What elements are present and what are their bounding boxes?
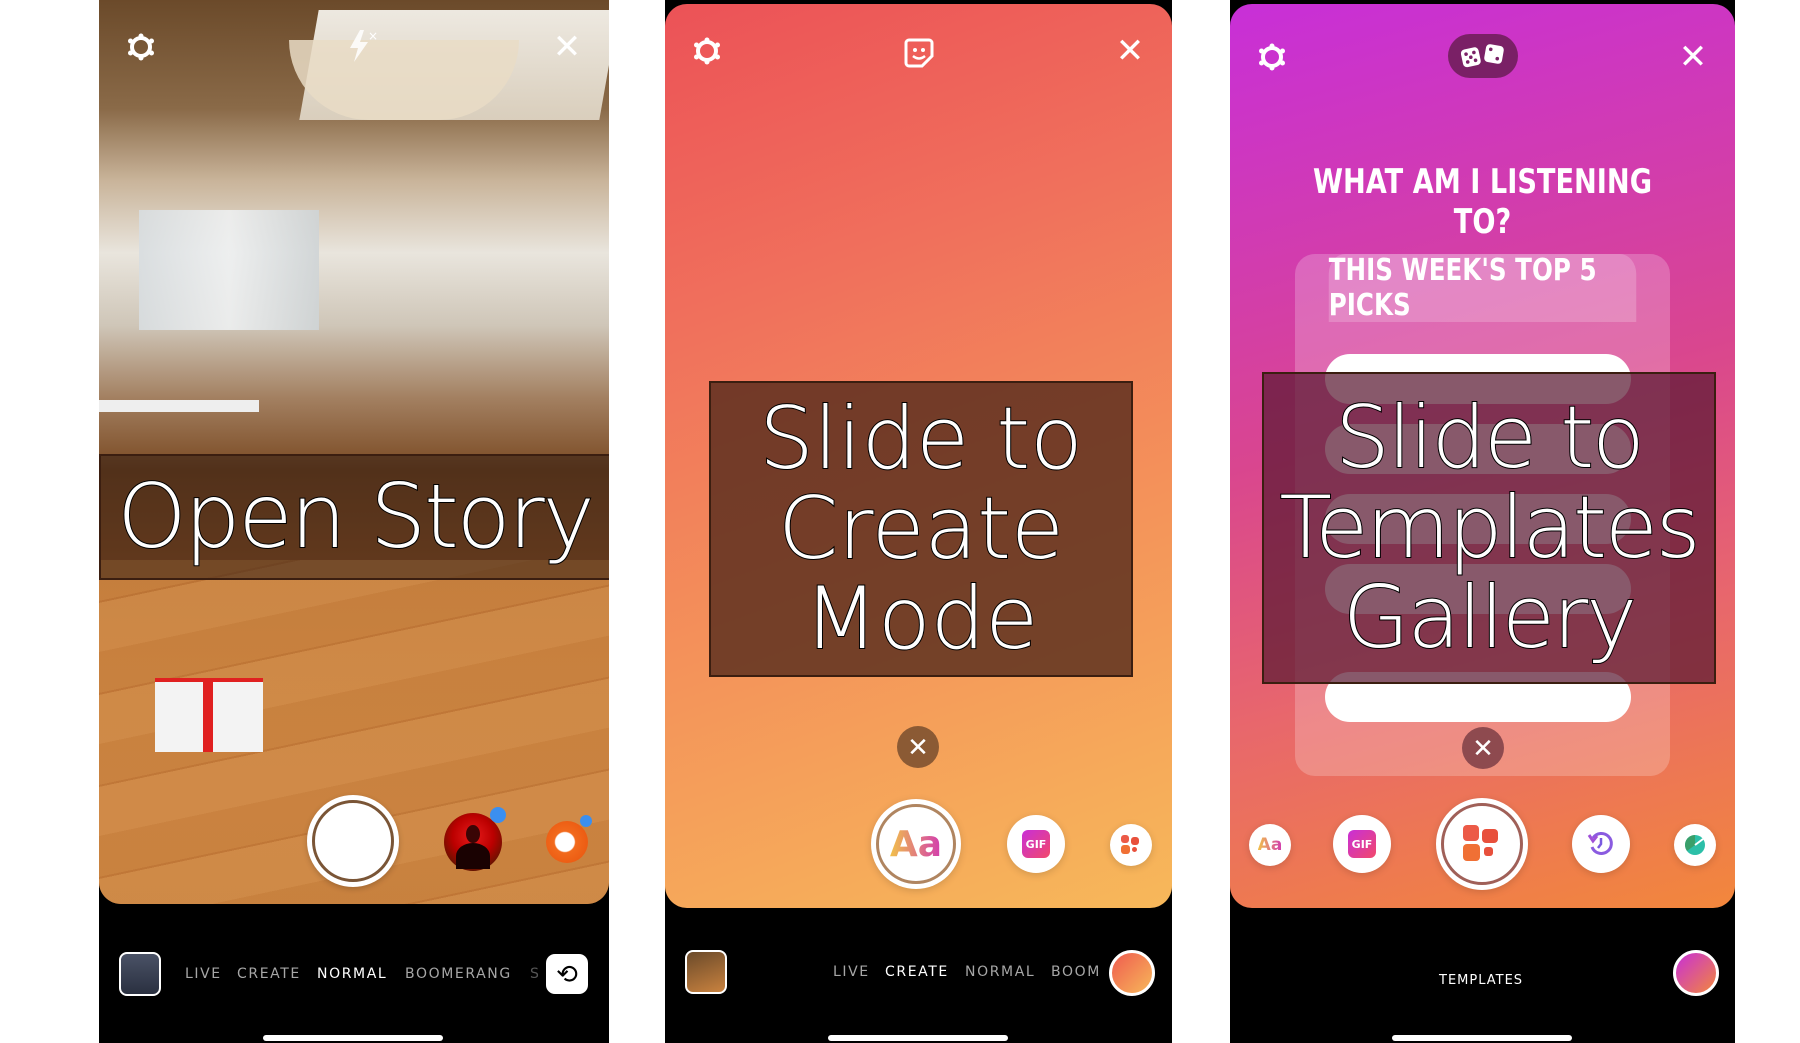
templates-icon: [1121, 835, 1141, 855]
home-indicator: [263, 1035, 443, 1041]
effect-face-mask[interactable]: [546, 815, 592, 863]
camera-viewfinder[interactable]: × ✕ Open Story: [99, 0, 609, 904]
text-tool-button[interactable]: Aa: [871, 799, 961, 889]
mode-boomerang[interactable]: BOOMERANG: [405, 966, 512, 982]
mode-normal[interactable]: NORMAL: [965, 964, 1035, 980]
home-indicator: [1392, 1035, 1572, 1041]
sticker-icon[interactable]: [902, 36, 936, 70]
gift-box: [155, 678, 263, 752]
dice-icon: [1460, 44, 1504, 68]
history-icon: [1587, 831, 1613, 855]
caption-text: Slide to Templates Gallery: [1278, 387, 1701, 669]
close-icon[interactable]: ✕: [552, 30, 582, 64]
gif-tool-button[interactable]: GIF: [1007, 815, 1065, 873]
phone-templates-screen: ✕ WHAT AM I LISTENING TO? THIS WEEK'S TO…: [1230, 0, 1735, 1043]
mode-create[interactable]: CREATE: [237, 966, 301, 982]
shutter-button[interactable]: [307, 795, 399, 887]
mode-superzoom[interactable]: S: [530, 966, 541, 982]
gif-tool-button[interactable]: GIF: [1333, 815, 1391, 873]
mode-create[interactable]: CREATE: [885, 964, 949, 980]
templates-tool-button[interactable]: [1436, 798, 1528, 890]
gif-tool-label: GIF: [1348, 830, 1376, 858]
mode-selector[interactable]: LIVE CREATE NORMAL BOOM: [665, 956, 1172, 986]
office-window: [139, 210, 319, 330]
memories-tool-button[interactable]: [1572, 815, 1630, 873]
close-icon: ✕: [1472, 732, 1494, 763]
shuffle-dice-button[interactable]: [1448, 34, 1518, 78]
mode-normal[interactable]: NORMAL: [317, 966, 387, 982]
background-color-button[interactable]: [1109, 950, 1155, 996]
caption-overlay: Slide to Templates Gallery: [1262, 372, 1716, 684]
mode-selector[interactable]: LIVE CREATE NORMAL BOOMERANG S: [99, 958, 609, 988]
gear-icon[interactable]: [1257, 42, 1287, 72]
phone-create-screen: ✕ Slide to Create Mode ✕ Aa GIF LIVE CREAT…: [665, 0, 1172, 1043]
dismiss-button[interactable]: ✕: [1462, 727, 1504, 769]
mode-live[interactable]: LIVE: [185, 966, 222, 982]
mode-boomerang[interactable]: BOOM: [1051, 964, 1101, 980]
gear-icon[interactable]: [692, 36, 722, 66]
desk: [99, 400, 259, 412]
poll-tool-button[interactable]: [1674, 824, 1716, 866]
text-tool-label: Aa: [1257, 835, 1283, 855]
template-title[interactable]: WHAT AM I LISTENING TO?: [1281, 162, 1685, 242]
mode-live[interactable]: LIVE: [833, 964, 870, 980]
gear-icon[interactable]: [126, 32, 156, 62]
flip-camera-icon: ⟲: [556, 958, 578, 989]
pie-chart-icon: [1685, 835, 1705, 855]
new-effect-badge: [490, 807, 506, 823]
close-icon[interactable]: ✕: [1678, 40, 1708, 74]
templates-tool-button[interactable]: [1110, 824, 1152, 866]
flash-off-icon[interactable]: ×: [344, 28, 378, 64]
close-icon[interactable]: ✕: [1115, 34, 1145, 68]
caption-text: Slide to Create Mode: [758, 388, 1084, 670]
caption-overlay: Open Story: [99, 454, 609, 580]
template-card-header: THIS WEEK'S TOP 5 PICKS: [1328, 253, 1637, 323]
create-canvas[interactable]: ✕ Slide to Create Mode ✕ Aa GIF: [665, 4, 1172, 908]
phone-camera-screen: × ✕ Open Story LIVE CREATE NORMAL BOOMER…: [99, 0, 609, 1043]
svg-text:×: ×: [368, 29, 378, 43]
caption-overlay: Slide to Create Mode: [709, 381, 1133, 677]
background-color-button[interactable]: [1673, 950, 1719, 996]
flip-camera-button[interactable]: ⟲: [546, 954, 588, 994]
home-indicator: [828, 1035, 1008, 1041]
effect-red-silhouette[interactable]: [444, 807, 506, 871]
gif-tool-label: GIF: [1022, 830, 1050, 858]
text-tool-button[interactable]: Aa: [1249, 824, 1291, 866]
close-icon: ✕: [907, 731, 929, 762]
caption-text: Open Story: [116, 464, 595, 568]
template-canvas[interactable]: ✕ WHAT AM I LISTENING TO? THIS WEEK'S TO…: [1230, 4, 1735, 908]
templates-icon: [1463, 825, 1501, 863]
mode-templates[interactable]: TEMPLATES: [1439, 973, 1523, 988]
dismiss-button[interactable]: ✕: [897, 726, 939, 768]
new-effect-badge: [580, 815, 592, 827]
